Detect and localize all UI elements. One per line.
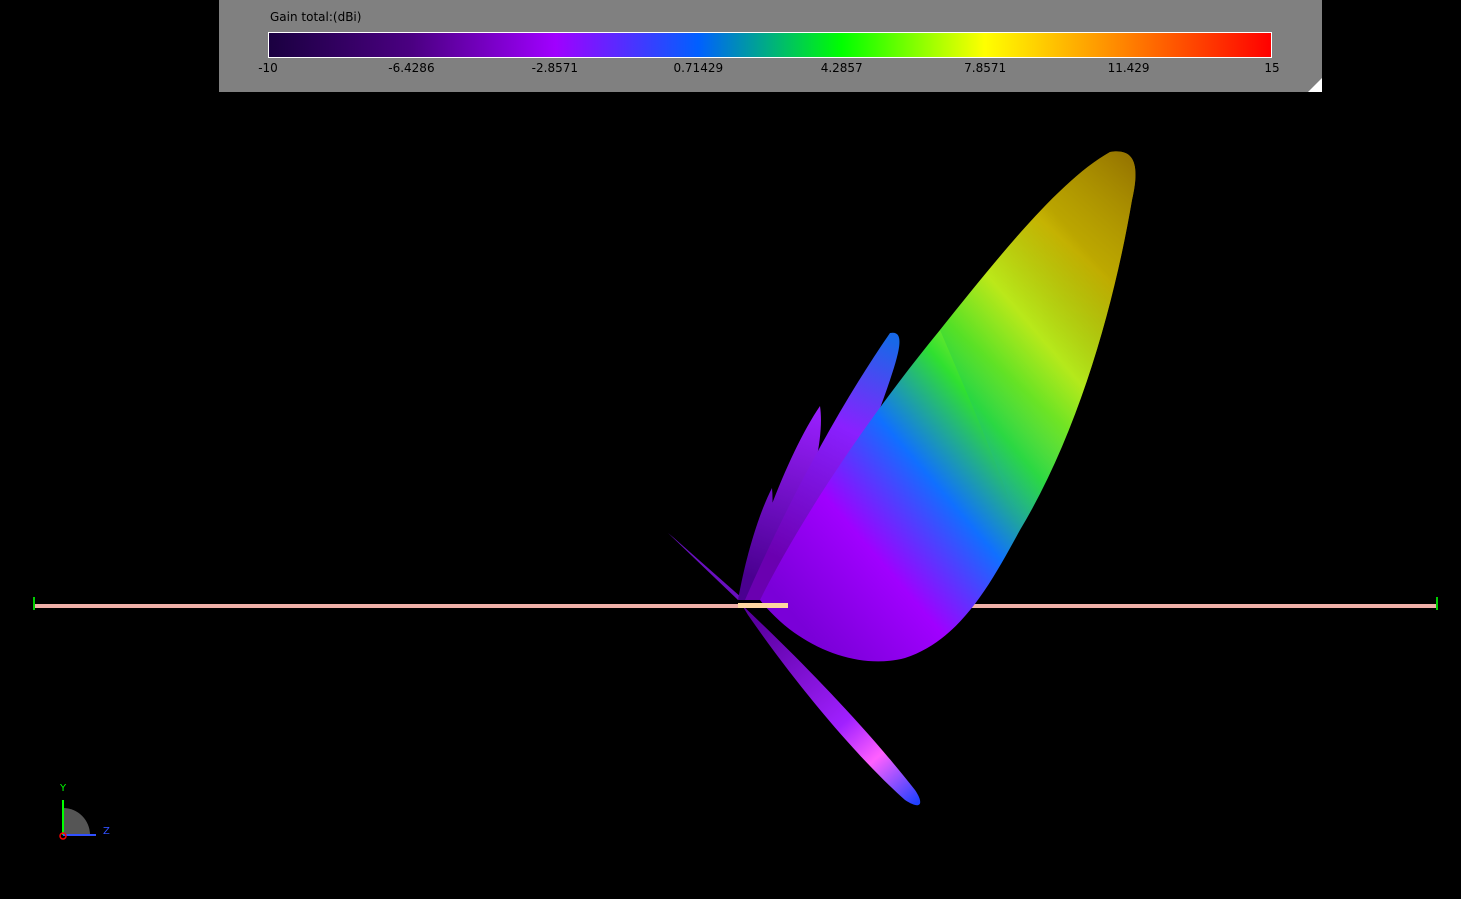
antenna-feed (738, 603, 788, 608)
legend-title: Gain total:(dBi) (270, 10, 362, 24)
legend-tick-label: -2.8571 (531, 61, 579, 75)
z-axis-label: Z (103, 826, 110, 837)
axis-triad (59, 800, 96, 840)
legend-tick-label: 7.8571 (964, 61, 1007, 75)
y-axis-label: Y (60, 783, 67, 794)
legend-tick-label: 15 (1264, 61, 1280, 75)
legend-tick-label: 11.429 (1107, 61, 1150, 75)
radiation-pattern-scene (33, 151, 1438, 840)
legend-tick-label: 0.71429 (673, 61, 724, 75)
legend-tick-label: -6.4286 (388, 61, 435, 75)
spike-lobe (668, 533, 742, 600)
axis-triad-arc (63, 808, 90, 835)
legend-tick-label: -10 (258, 61, 278, 75)
legend-resize-handle[interactable] (1308, 78, 1322, 92)
legend-tick-label: 4.2857 (820, 61, 863, 75)
color-legend-panel: Gain total:(dBi) -10 -6.4286 -2.8571 0.7142… (219, 0, 1322, 92)
legend-color-bar (268, 32, 1272, 58)
3d-viewport[interactable]: Y Z Gain total:(dBi) -10 -6.4286 -2.8571 0.… (0, 0, 1461, 899)
ground-plane (34, 604, 1437, 608)
